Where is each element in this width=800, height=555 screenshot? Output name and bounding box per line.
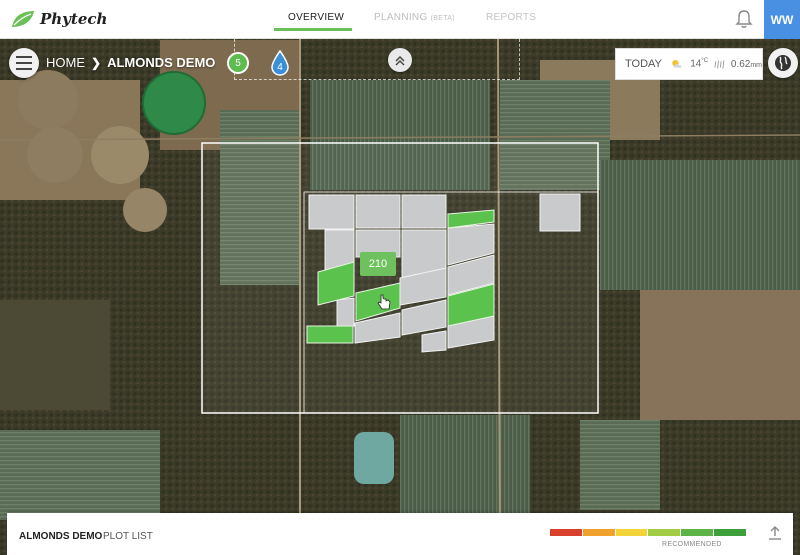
user-avatar[interactable]: WW — [764, 0, 800, 39]
satellite-map[interactable] — [0, 39, 800, 555]
app-name: Phytech — [40, 10, 108, 28]
plot-number-label[interactable]: 210 — [360, 252, 396, 276]
tab-reports[interactable]: REPORTS — [486, 12, 536, 23]
weather-today-label: TODAY — [625, 58, 662, 70]
panel-subtitle: PLOT LIST — [103, 531, 153, 542]
breadcrumb: HOME ❯ ALMONDS DEMO — [46, 55, 215, 70]
plot-count-badge[interactable]: 5 — [227, 52, 249, 74]
rain-icon — [714, 60, 725, 69]
weather-widget[interactable]: TODAY 14°C 0.62mm — [615, 48, 763, 80]
app-logo[interactable]: Phytech — [10, 8, 107, 30]
globe-icon — [775, 55, 791, 71]
map-plot[interactable] — [539, 193, 581, 232]
collapse-button[interactable] — [388, 48, 412, 72]
tab-overview[interactable]: OVERVIEW — [288, 12, 344, 23]
active-tab-indicator — [274, 28, 352, 31]
partly-sunny-icon — [672, 59, 682, 68]
weather-rain-value: 0.62 — [730, 58, 751, 70]
expand-up-icon[interactable] — [767, 525, 783, 541]
hamburger-icon — [16, 56, 32, 70]
tab-planning[interactable]: PLANNING (BETA) — [374, 12, 455, 23]
bell-icon[interactable] — [733, 8, 755, 30]
breadcrumb-home[interactable]: HOME — [46, 55, 85, 70]
scale-segment — [550, 529, 582, 536]
water-drop-count: 4 — [277, 62, 283, 73]
scale-segment — [714, 529, 746, 536]
map-plot[interactable] — [421, 330, 447, 353]
scale-recommended-label: RECOMMENDED — [662, 541, 722, 548]
weather-temp-value: 14 — [690, 58, 702, 70]
weather-temperature: 14°C — [690, 58, 708, 69]
map-plot[interactable] — [336, 297, 355, 327]
scale-segment — [615, 529, 648, 536]
tab-planning-beta: (BETA) — [430, 15, 455, 22]
map-layer-button[interactable] — [768, 48, 798, 78]
map-plot[interactable] — [401, 194, 447, 229]
map-plot[interactable] — [308, 194, 355, 230]
leaf-icon — [12, 11, 34, 27]
scale-segment — [582, 529, 615, 536]
chevron-double-up-icon — [395, 55, 405, 66]
moisture-scale — [550, 529, 746, 536]
weather-rain-unit: mm — [750, 61, 762, 69]
water-drop-icon[interactable]: 4 — [270, 50, 290, 76]
map-plot-highlighted[interactable] — [306, 325, 354, 344]
scale-segment — [681, 529, 714, 536]
top-bar: Phytech OVERVIEW PLANNING (BETA) REPORTS… — [0, 0, 800, 39]
weather-temp-unit: °C — [701, 58, 709, 65]
weather-rain: 0.62mm — [731, 59, 762, 70]
map-plot[interactable] — [355, 194, 401, 229]
breadcrumb-current: ALMONDS DEMO — [107, 55, 216, 70]
hand-cursor-icon — [377, 294, 391, 310]
tab-planning-label: PLANNING — [374, 12, 428, 23]
breadcrumb-separator-icon: ❯ — [91, 55, 102, 70]
plot-list-panel[interactable]: ALMONDS DEMO PLOT LIST RECOMMENDED — [7, 513, 793, 555]
menu-button[interactable] — [9, 48, 39, 78]
panel-title: ALMONDS DEMO — [19, 531, 103, 542]
map-canvas[interactable] — [0, 39, 800, 555]
scale-segment — [648, 529, 681, 536]
